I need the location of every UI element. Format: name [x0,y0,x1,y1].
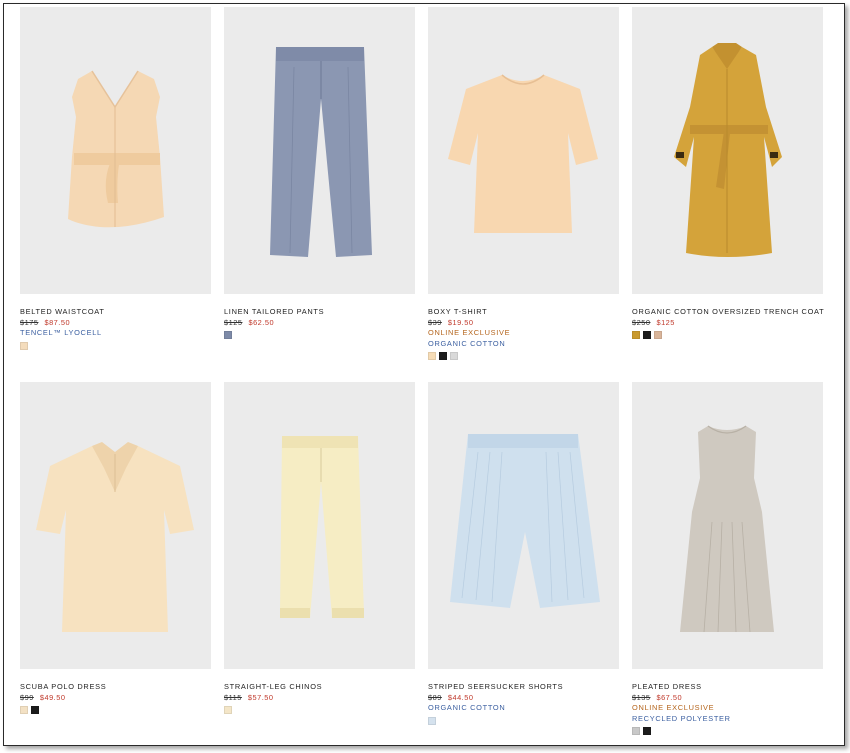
original-price: $250 [632,318,651,327]
color-swatch[interactable] [224,331,232,339]
product-price: $115 $57.50 [224,692,415,703]
color-swatch[interactable] [632,727,640,735]
tshirt-image[interactable] [428,7,619,294]
product-card[interactable]: BOXY T-SHIRT $39 $19.50 ONLINE EXCLUSIVE … [428,7,619,360]
product-price: $125 $62.50 [224,317,415,328]
material-tag: ORGANIC COTTON [428,338,506,348]
pleated-dress-image[interactable] [632,382,823,669]
color-swatch[interactable] [20,341,28,350]
color-swatch[interactable] [428,716,436,725]
color-swatch[interactable] [643,331,651,339]
product-price: $135 $67.50 [632,692,823,703]
color-swatch[interactable] [428,352,436,360]
material-tag: ORGANIC COTTON [428,703,506,712]
color-swatches [428,716,619,725]
sale-price: $19.50 [447,318,474,327]
product-name[interactable]: ORGANIC COTTON OVERSIZED TRENCH COAT [632,306,824,317]
color-swatch[interactable] [31,706,39,714]
product-card[interactable]: PLEATED DRESS $135 $67.50 ONLINE EXCLUSIV… [632,382,823,735]
color-swatch[interactable] [224,706,232,714]
color-swatches [20,341,211,350]
trench-coat-image[interactable] [632,7,823,294]
original-price: $39 [428,318,442,327]
product-name[interactable]: STRAIGHT-LEG CHINOS [224,681,415,692]
color-swatches [632,331,823,339]
shorts-image[interactable] [428,382,619,669]
sale-price: $87.50 [44,318,71,327]
sale-price: $57.50 [247,693,274,702]
product-card[interactable]: STRIPED SEERSUCKER SHORTS $89 $44.50 ORGA… [428,382,619,725]
product-grid: BELTED WAISTCOAT $175 $87.50 TENCEL™ LYOC… [4,4,844,745]
original-price: $99 [20,693,34,702]
chinos-image[interactable] [224,382,415,669]
material-tag: TENCEL™ LYOCELL [20,328,102,337]
sale-price: $44.50 [447,693,474,702]
product-card[interactable]: SCUBA POLO DRESS $99 $49.50 [20,382,211,714]
product-card[interactable]: LINEN TAILORED PANTS $125 $62.50 [224,7,415,339]
color-swatches [428,352,619,360]
color-swatches [20,706,211,714]
product-price: $89 $44.50 [428,692,619,703]
sale-price: $125 [656,318,675,327]
color-swatch[interactable] [643,727,651,735]
product-price: $250 $125 [632,317,823,328]
product-price: $39 $19.50 [428,317,619,328]
product-price: $99 $49.50 [20,692,211,703]
original-price: $115 [224,693,242,702]
material-tag: RECYCLED POLYESTER [632,713,731,723]
product-price: $175 $87.50 [20,317,211,328]
waistcoat-image[interactable] [20,7,211,294]
product-name[interactable]: PLEATED DRESS [632,681,823,692]
product-name[interactable]: BELTED WAISTCOAT [20,306,211,317]
color-swatch[interactable] [439,352,447,360]
pants-image[interactable] [224,7,415,294]
online-exclusive-tag: ONLINE EXCLUSIVE [632,703,715,712]
color-swatches [224,706,415,714]
product-name[interactable]: SCUBA POLO DRESS [20,681,211,692]
color-swatch[interactable] [654,331,662,339]
original-price: $135 [632,693,651,702]
color-swatches [632,727,823,735]
sale-price: $67.50 [656,693,683,702]
online-exclusive-tag: ONLINE EXCLUSIVE [428,328,511,337]
original-price: $175 [20,318,39,327]
product-name[interactable]: STRIPED SEERSUCKER SHORTS [428,681,619,692]
product-card[interactable]: ORGANIC COTTON OVERSIZED TRENCH COAT $25… [632,7,824,339]
color-swatch[interactable] [20,706,28,714]
product-grid-window: BELTED WAISTCOAT $175 $87.50 TENCEL™ LYOC… [3,3,845,746]
sale-price: $62.50 [248,318,275,327]
color-swatch[interactable] [450,352,458,360]
original-price: $125 [224,318,243,327]
product-card[interactable]: BELTED WAISTCOAT $175 $87.50 TENCEL™ LYOC… [20,7,211,350]
product-card[interactable]: STRAIGHT-LEG CHINOS $115 $57.50 [224,382,415,714]
sale-price: $49.50 [39,693,66,702]
color-swatch[interactable] [632,331,640,339]
product-name[interactable]: LINEN TAILORED PANTS [224,306,415,317]
color-swatches [224,331,415,339]
original-price: $89 [428,693,442,702]
polo-dress-image[interactable] [20,382,211,669]
product-name[interactable]: BOXY T-SHIRT [428,306,619,317]
